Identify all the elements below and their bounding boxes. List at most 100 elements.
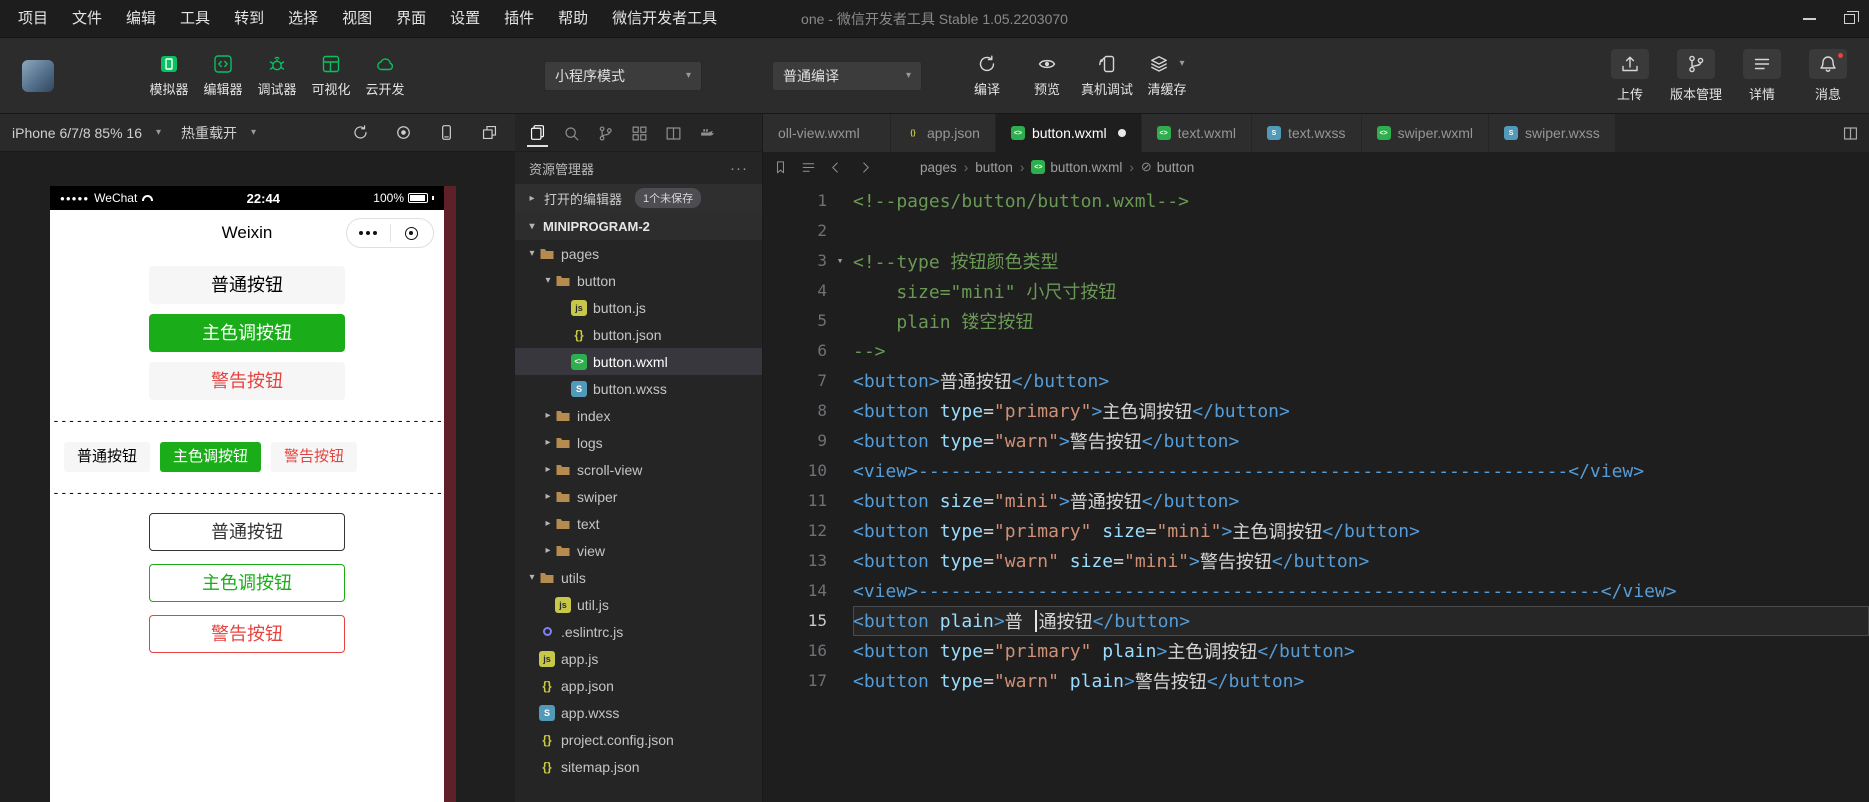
code-line-10[interactable]: 10 <view>--------------------------------… — [763, 456, 1869, 486]
avatar[interactable] — [22, 59, 54, 92]
tab-button.wxml[interactable]: <> button.wxml — [995, 114, 1142, 152]
menu-item-5[interactable]: 选择 — [276, 0, 330, 38]
details-button[interactable]: 详情 — [1735, 48, 1789, 103]
tab-oll-view.wxml[interactable]: oll-view.wxml — [763, 114, 891, 152]
menu-item-3[interactable]: 工具 — [168, 0, 222, 38]
code-line-2[interactable]: 2 — [763, 216, 1869, 246]
wx-plain-button-warn[interactable]: 警告按钮 — [149, 615, 345, 653]
tree-item-app.js[interactable]: js app.js — [515, 645, 762, 672]
menu-item-1[interactable]: 文件 — [60, 0, 114, 38]
remote-button[interactable]: 真机调试 — [1080, 54, 1134, 98]
fold-toggle-icon[interactable]: ▾ — [827, 246, 853, 276]
wx-button-primary[interactable]: 主色调按钮 — [149, 314, 345, 352]
tree-item-button[interactable]: ▾ button — [515, 267, 762, 294]
code-line-13[interactable]: 13 <button type = "warn" size = "mini" > 警告按钮 </… — [763, 546, 1869, 576]
tree-item-sitemap.json[interactable]: {} sitemap.json — [515, 753, 762, 780]
wx-mini-button-warn[interactable]: 警告按钮 — [271, 442, 358, 472]
menu-item-6[interactable]: 视图 — [330, 0, 384, 38]
code-line-4[interactable]: 4 size="mini" 小尺寸按钮 — [763, 276, 1869, 306]
more-menu-button[interactable] — [347, 231, 390, 235]
tree-item-project.config.json[interactable]: {} project.config.json — [515, 726, 762, 753]
tree-item-scroll-view[interactable]: ▸ scroll-view — [515, 456, 762, 483]
code-line-8[interactable]: 8 <button type = "primary" > 主色调按钮 </button> — [763, 396, 1869, 426]
bookmark-icon[interactable] — [773, 160, 788, 175]
tree-item-logs[interactable]: ▸ logs — [515, 429, 762, 456]
minimize-button[interactable] — [1803, 18, 1816, 20]
wx-plain-button-primary[interactable]: 主色调按钮 — [149, 564, 345, 602]
split-editor-icon[interactable] — [1842, 114, 1859, 152]
menu-item-0[interactable]: 项目 — [6, 0, 60, 38]
tab-app.json[interactable]: {} app.json — [891, 114, 996, 152]
tree-item-swiper[interactable]: ▸ swiper — [515, 483, 762, 510]
tree-item-index[interactable]: ▸ index — [515, 402, 762, 429]
menu-item-2[interactable]: 编辑 — [114, 0, 168, 38]
code-line-7[interactable]: 7 <button> 普通按钮 </button> — [763, 366, 1869, 396]
menu-item-11[interactable]: 微信开发者工具 — [600, 0, 729, 38]
outline-icon[interactable] — [801, 160, 816, 175]
open-editors-section[interactable]: ▸ 打开的编辑器 1个未保存 — [515, 184, 762, 212]
tab-swiper.wxss[interactable]: Sswiper.wxss — [1489, 114, 1616, 152]
tab-swiper.wxml[interactable]: <> swiper.wxml — [1361, 114, 1490, 152]
split-view-icon[interactable] — [663, 119, 684, 146]
tree-item-pages[interactable]: ▾ pages — [515, 240, 762, 267]
compile-button[interactable]: 编译 — [960, 54, 1014, 98]
upload-button[interactable]: 上传 — [1603, 48, 1657, 103]
code-line-9[interactable]: 9 <button type = "warn" > 警告按钮 </button> — [763, 426, 1869, 456]
breadcrumb-item-button[interactable]: ⊘ button — [1141, 159, 1194, 175]
code-line-14[interactable]: 14 <view>--------------------------------… — [763, 576, 1869, 606]
wx-mini-button-primary[interactable]: 主色调按钮 — [160, 442, 262, 472]
forward-arrow-icon[interactable] — [857, 160, 872, 175]
breadcrumb-item-button.wxml[interactable]: <> button.wxml — [1031, 160, 1122, 175]
tree-item-util.js[interactable]: js util.js — [515, 591, 762, 618]
tree-item-utils[interactable]: ▾ utils — [515, 564, 762, 591]
cloud-button[interactable]: 云开发 — [358, 54, 412, 98]
code-line-16[interactable]: 16 <button type = "primary" plain > 主色调按钮 </bu… — [763, 636, 1869, 666]
refresh-button[interactable] — [352, 124, 369, 141]
tab-text.wxss[interactable]: Stext.wxss — [1251, 114, 1362, 152]
tree-item-button.wxml[interactable]: <> button.wxml — [515, 348, 762, 375]
version-button[interactable]: 版本管理 — [1669, 48, 1723, 103]
menu-item-4[interactable]: 转到 — [222, 0, 276, 38]
git-branch-icon[interactable] — [595, 119, 616, 146]
code-line-3[interactable]: 3 ▾ <!--type 按钮颜色类型 — [763, 246, 1869, 276]
menu-item-8[interactable]: 设置 — [438, 0, 492, 38]
simulator-scroll-strip[interactable] — [444, 186, 456, 802]
clear-button[interactable]: ▾ 清缓存 — [1140, 54, 1194, 98]
tree-item-view[interactable]: ▸ view — [515, 537, 762, 564]
device-select[interactable]: iPhone 6/7/8 85% 16 ▾ — [12, 125, 161, 141]
code-line-5[interactable]: 5 plain 镂空按钮 — [763, 306, 1869, 336]
menu-item-10[interactable]: 帮助 — [546, 0, 600, 38]
tree-item-button.json[interactable]: {} button.json — [515, 321, 762, 348]
tree-item-app.wxss[interactable]: Sapp.wxss — [515, 699, 762, 726]
extensions-icon[interactable] — [629, 119, 650, 146]
code-line-11[interactable]: 11 <button size = "mini" > 普通按钮 </button> — [763, 486, 1869, 516]
project-root[interactable]: ▾ MINIPROGRAM-2 — [515, 212, 762, 240]
tree-item-.eslintrc.js[interactable]: .eslintrc.js — [515, 618, 762, 645]
code-line-17[interactable]: 17 <button type = "warn" plain > 警告按钮 </button… — [763, 666, 1869, 696]
wx-mini-button-default[interactable]: 普通按钮 — [64, 442, 151, 472]
editor-button[interactable]: 编辑器 — [196, 54, 250, 98]
tree-item-text[interactable]: ▸ text — [515, 510, 762, 537]
breadcrumb-item-pages[interactable]: pages — [920, 160, 957, 175]
wx-plain-button-default[interactable]: 普通按钮 — [149, 513, 345, 551]
tree-item-button.js[interactable]: js button.js — [515, 294, 762, 321]
mode-select[interactable]: 小程序模式 ▾ — [544, 60, 702, 91]
device-button[interactable] — [438, 124, 455, 141]
visualizer-button[interactable]: 可视化 — [304, 54, 358, 98]
maximize-button[interactable] — [1844, 11, 1859, 24]
code-line-6[interactable]: 6 --> — [763, 336, 1869, 366]
menu-item-9[interactable]: 插件 — [492, 0, 546, 38]
debugger-button[interactable]: 调试器 — [250, 54, 304, 98]
files-icon[interactable] — [527, 118, 548, 147]
simulator-button[interactable]: 模拟器 — [142, 54, 196, 98]
menu-item-7[interactable]: 界面 — [384, 0, 438, 38]
search-icon[interactable] — [561, 119, 582, 146]
record-button[interactable] — [395, 124, 412, 141]
tree-item-app.json[interactable]: {} app.json — [515, 672, 762, 699]
breadcrumb-item-button[interactable]: button — [975, 160, 1013, 175]
hot-reload-toggle[interactable]: 热重载开 ▾ — [181, 123, 256, 143]
whale-icon[interactable] — [697, 119, 718, 146]
tree-item-button.wxss[interactable]: Sbutton.wxss — [515, 375, 762, 402]
code-editor[interactable]: 1 <!--pages/button/button.wxml--> 2 3 ▾ <!--t… — [763, 182, 1869, 802]
code-line-12[interactable]: 12 <button type = "primary" size = "mini" > 主色调… — [763, 516, 1869, 546]
